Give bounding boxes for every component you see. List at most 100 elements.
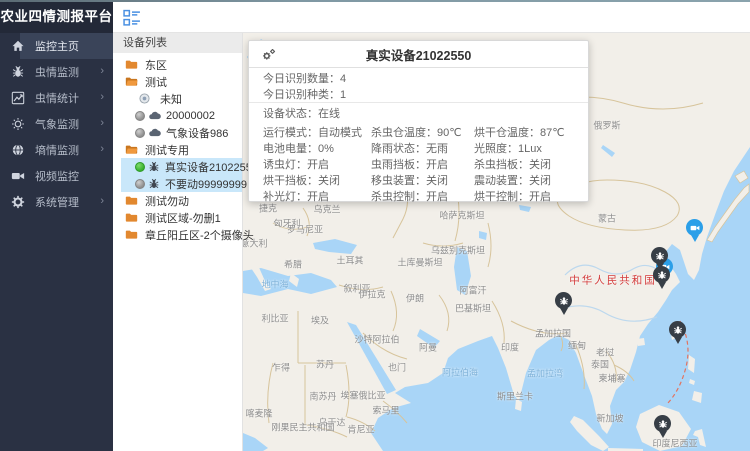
tree-device-donottouch[interactable]: 不要动99999999: [113, 175, 242, 192]
tree-folder-label: 测试区域-勿删1: [145, 210, 221, 226]
sidebar-item-label: 虫情统计: [35, 90, 79, 106]
chevron-right-icon: ›: [100, 143, 104, 155]
tree-device-label: 气象设备986: [166, 125, 228, 141]
chevron-right-icon: ›: [100, 65, 104, 77]
folder-closed-icon: [125, 58, 138, 71]
sidebar-item-soil-monitor[interactable]: 墒情监测 ›: [0, 137, 113, 163]
sidebar-item-insect-monitor[interactable]: 虫情监测 ›: [0, 59, 113, 85]
folder-closed-icon: [125, 194, 138, 207]
home-icon: [11, 39, 25, 53]
param-cell: 烘干仓温度：87℃: [474, 125, 588, 141]
tree-folder-test-dedicated[interactable]: 测试专用: [113, 141, 242, 158]
status-dot-online: [135, 162, 145, 172]
today-count: 今日识别数量：4: [263, 71, 588, 87]
folder-open-icon: [125, 75, 138, 88]
sidebar-item-label: 墒情监测: [35, 142, 79, 158]
tree-device-label: 不要动99999999: [165, 176, 247, 192]
app-window: 农业四情测报平台 监控主页 虫情监测 › 虫情统计 › 气象监测: [0, 0, 750, 451]
status-dot-offline: [135, 179, 145, 189]
tree-folder-test-nomove[interactable]: 测试勿动: [113, 192, 242, 209]
param-cell: 诱虫灯：开启: [263, 157, 371, 173]
sidebar-item-insect-stats[interactable]: 虫情统计 ›: [0, 85, 113, 111]
map-marker-insect-device[interactable]: [651, 247, 668, 264]
device-params-grid: 运行模式：自动模式 杀虫仓温度：90℃ 烘干仓温度：87℃ 电池电量：0% 降雨…: [249, 125, 588, 205]
tree-folder-test-area[interactable]: 测试区域-勿删1: [113, 209, 242, 226]
tree-device-label: 20000002: [166, 110, 215, 122]
today-species: 今日识别种类：1: [263, 87, 588, 103]
param-cell: 运行模式：自动模式: [263, 125, 371, 141]
param-cell: 烘干控制：开启: [474, 189, 588, 205]
tree-folder-test[interactable]: 测试: [113, 73, 242, 90]
chevron-right-icon: ›: [100, 195, 104, 207]
map-marker-insect-device[interactable]: [653, 266, 670, 283]
sidebar-item-label: 视频监控: [35, 168, 79, 184]
tree-folder-label: 测试勿动: [145, 193, 189, 209]
cloud-icon: [148, 126, 161, 139]
tree-folder-zhangqiu[interactable]: 章丘阳丘区-2个摄像头: [113, 226, 242, 243]
param-cell: 电池电量：0%: [263, 141, 371, 157]
map-marker-insect-device[interactable]: [654, 415, 671, 432]
param-cell: 虫雨挡板：开启: [371, 157, 474, 173]
sidebar-item-monitor-home[interactable]: 监控主页: [0, 33, 113, 59]
topbar: [113, 2, 750, 33]
insect-device-icon: [148, 161, 160, 173]
param-cell: 震动装置：关闭: [474, 173, 588, 189]
cloud-icon: [148, 109, 161, 122]
device-list-header: 设备列表: [113, 33, 242, 53]
map-marker-camera-device[interactable]: [686, 219, 703, 236]
insect-device-icon: [148, 178, 160, 190]
tree-device-label: 未知: [160, 91, 182, 107]
tree-device-20000002[interactable]: 20000002: [113, 107, 242, 124]
sidebar-item-system-settings[interactable]: 系统管理 ›: [0, 189, 113, 215]
device-list-panel: 设备列表 东区 测试 未知: [113, 33, 243, 451]
device-status-line: 设备状态：在线: [249, 105, 588, 123]
popup-device-title: 真实设备21022550: [366, 45, 472, 64]
tree-folder-label: 章丘阳丘区-2个摄像头: [145, 227, 254, 243]
sidebar-item-label: 气象监测: [35, 116, 79, 132]
sidebar-item-video-monitor[interactable]: 视频监控: [0, 163, 113, 189]
param-cell: 烘干挡板：关闭: [263, 173, 371, 189]
chevron-right-icon: ›: [100, 91, 104, 103]
video-camera-icon: [11, 169, 25, 183]
window-top-edge: [0, 0, 750, 2]
tree-device-label: 真实设备21022550: [165, 159, 258, 175]
sidebar-item-label: 系统管理: [35, 194, 79, 210]
gear-icon: [11, 195, 25, 209]
tree-folder-east[interactable]: 东区: [113, 56, 242, 73]
weather-sun-icon: [11, 117, 25, 131]
sidebar-item-label: 虫情监测: [35, 64, 79, 80]
map-marker-insect-device[interactable]: [669, 321, 686, 338]
settings-gears-icon[interactable]: [261, 47, 277, 63]
popup-header: 真实设备21022550: [249, 41, 588, 68]
folder-closed-icon: [125, 228, 138, 241]
app-title: 农业四情测报平台: [0, 0, 113, 33]
insect-icon: [11, 65, 25, 79]
device-tree: 东区 测试 未知 20000002: [113, 53, 242, 243]
folder-open-icon: [125, 143, 138, 156]
folder-closed-icon: [125, 211, 138, 224]
param-cell: 移虫装置：关闭: [371, 173, 474, 189]
sidebar-item-weather-monitor[interactable]: 气象监测 ›: [0, 111, 113, 137]
unknown-device-icon: [139, 93, 150, 104]
status-dot-offline: [135, 111, 145, 121]
tree-folder-label: 东区: [145, 57, 167, 73]
popup-today-stats: 今日识别数量：4 今日识别种类：1: [249, 68, 588, 103]
tree-device-weather986[interactable]: 气象设备986: [113, 124, 242, 141]
param-cell: 杀虫控制：开启: [371, 189, 474, 205]
param-cell: 杀虫挡板：关闭: [474, 157, 588, 173]
device-list-toggle-button[interactable]: [123, 9, 141, 27]
tree-device-unknown[interactable]: 未知: [113, 90, 242, 107]
globe-icon: [11, 143, 25, 157]
tree-device-real-21022550[interactable]: 真实设备21022550: [113, 158, 242, 175]
tree-folder-label: 测试专用: [145, 142, 189, 158]
param-cell: 杀虫仓温度：90℃: [371, 125, 474, 141]
status-dot-offline: [135, 128, 145, 138]
param-cell: 补光灯：开启: [263, 189, 371, 205]
map-marker-insect-device[interactable]: [555, 292, 572, 309]
sidebar: 农业四情测报平台 监控主页 虫情监测 › 虫情统计 › 气象监测: [0, 0, 113, 451]
param-cell: 光照度：1Lux: [474, 141, 588, 157]
chevron-right-icon: ›: [100, 117, 104, 129]
sidebar-item-label: 监控主页: [35, 38, 79, 54]
device-info-popup: 真实设备21022550 今日识别数量：4 今日识别种类：1 设备状态：在线 运…: [248, 40, 589, 202]
tree-folder-label: 测试: [145, 74, 167, 90]
